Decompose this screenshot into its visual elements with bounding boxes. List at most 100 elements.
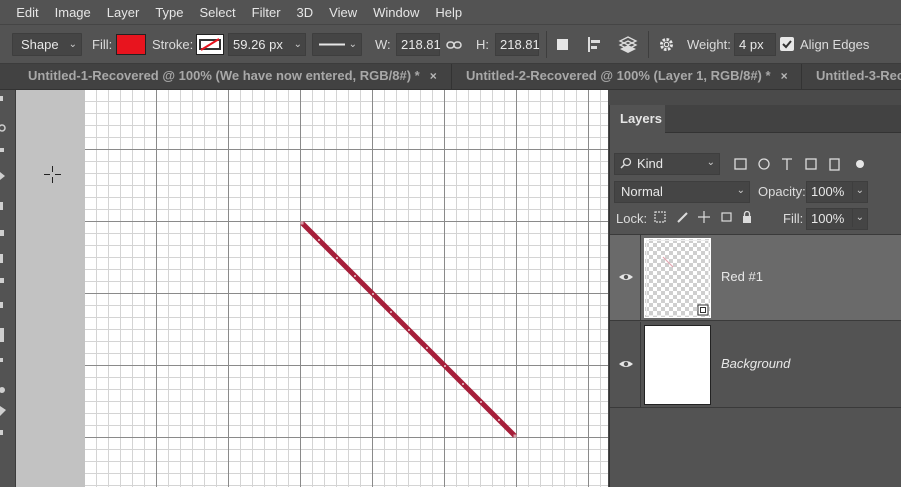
stroke-label: Stroke:: [152, 37, 194, 52]
dodge-tool-icon[interactable]: [0, 406, 6, 416]
stroke-width-value: 59.26 px: [233, 37, 283, 52]
close-icon[interactable]: ×: [430, 69, 437, 83]
menu-help[interactable]: Help: [427, 5, 470, 20]
layer-thumbnail: [644, 238, 711, 318]
tool-icons: [0, 96, 6, 435]
layer-name[interactable]: Red #1: [721, 269, 763, 284]
crosshair-cursor-icon: [44, 166, 61, 183]
eye-icon[interactable]: [618, 269, 634, 285]
height-label: H:: [476, 37, 489, 52]
tab-untitled-3[interactable]: Untitled-3-Reco: [802, 64, 901, 89]
stamp-tool-icon[interactable]: [0, 278, 4, 283]
chevron-down-icon: ⌄: [706, 157, 715, 168]
menu-3d[interactable]: 3D: [289, 5, 322, 20]
lock-transparent-pixels-icon[interactable]: [654, 211, 666, 223]
eye-icon[interactable]: [618, 356, 634, 372]
opacity-field[interactable]: 100% ⌄: [806, 181, 868, 203]
menu-window[interactable]: Window: [365, 5, 427, 20]
chevron-down-icon: ⌄: [68, 39, 77, 50]
gradient-tool-icon[interactable]: [0, 358, 3, 362]
fill-label: Fill:: [92, 37, 113, 52]
vector-mask-icon: [697, 304, 709, 316]
menu-type[interactable]: Type: [147, 5, 191, 20]
healing-tool-icon[interactable]: [0, 230, 4, 236]
shape-layer-filter-icon[interactable]: [805, 158, 817, 170]
brush-tool-icon[interactable]: [0, 254, 3, 263]
tab-untitled-2[interactable]: Untitled-2-Recovered @ 100% (Layer 1, RG…: [452, 64, 802, 89]
stroke-color-swatch[interactable]: [196, 34, 224, 55]
eraser-tool-icon[interactable]: [0, 328, 4, 342]
path-arrangement-icon[interactable]: [618, 35, 638, 55]
type-layer-filter-icon[interactable]: [782, 158, 792, 170]
menu-layer[interactable]: Layer: [99, 5, 148, 20]
lock-all-icon[interactable]: [743, 216, 751, 223]
tab-layers[interactable]: Layers: [610, 105, 665, 133]
fill-opacity-field[interactable]: 100% ⌄: [806, 208, 868, 230]
options-bar: Shape ⌄ Fill: Stroke: 59.26 px ⌄ ⌄ W: 21…: [0, 24, 901, 64]
lock-artboard-icon[interactable]: [721, 212, 732, 222]
menu-file[interactable]: e: [0, 5, 8, 20]
chevron-down-icon: ⌄: [851, 182, 864, 200]
stroke-width-field[interactable]: 59.26 px ⌄: [228, 33, 306, 56]
shape-layer-red-1[interactable]: [85, 90, 608, 487]
lasso-tool-icon[interactable]: [0, 124, 6, 132]
menu-select[interactable]: Select: [192, 5, 244, 20]
menu-filter[interactable]: Filter: [244, 5, 289, 20]
filter-type-icons: [734, 158, 864, 171]
smart-object-filter-icon[interactable]: [829, 158, 840, 171]
width-field[interactable]: 218.81: [396, 33, 441, 56]
layer-filter-dropdown[interactable]: Kind ⌄: [614, 153, 720, 175]
opacity-label: Opacity:: [758, 184, 806, 199]
height-field[interactable]: 218.81: [495, 33, 540, 56]
stroke-type-dropdown[interactable]: ⌄: [312, 33, 362, 56]
chevron-down-icon: ⌄: [293, 39, 302, 50]
blend-mode-dropdown[interactable]: Normal ⌄: [614, 181, 750, 203]
weight-value: 4 px: [739, 37, 764, 52]
filter-kind-value: Kind: [637, 156, 664, 171]
tools-panel: [0, 90, 16, 487]
layer-row-background[interactable]: Background: [610, 322, 901, 408]
menu-view[interactable]: View: [321, 5, 365, 20]
quick-select-tool-icon[interactable]: [0, 148, 4, 152]
layer-row-red-1[interactable]: Red #1: [610, 235, 901, 321]
menu-image[interactable]: Image: [47, 5, 99, 20]
adjustment-layer-filter-icon[interactable]: [758, 158, 770, 170]
document-tab-bar: Untitled-1-Recovered @ 100% (We have now…: [0, 64, 901, 90]
chevron-down-icon: ⌄: [736, 185, 745, 196]
eyedropper-tool-icon[interactable]: [0, 202, 3, 210]
pen-tool-icon[interactable]: [0, 430, 3, 435]
gear-icon[interactable]: [658, 36, 675, 53]
blur-tool-icon[interactable]: [0, 387, 5, 393]
pasteboard: [16, 90, 85, 487]
menu-bar: e Edit Image Layer Type Select Filter 3D…: [0, 0, 901, 24]
pixel-layer-filter-icon[interactable]: [734, 158, 747, 170]
align-edges-checkbox[interactable]: [780, 37, 794, 51]
tab-untitled-1[interactable]: Untitled-1-Recovered @ 100% (We have now…: [14, 64, 452, 89]
fill-label: Fill:: [783, 211, 804, 226]
link-dimensions-icon[interactable]: [446, 39, 462, 51]
weight-label: Weight:: [687, 37, 731, 52]
fill-color-swatch[interactable]: [116, 34, 146, 55]
lock-position-icon[interactable]: [698, 211, 710, 223]
tool-mode-dropdown[interactable]: Shape ⌄: [12, 33, 82, 56]
layer-name[interactable]: Background: [721, 356, 790, 371]
line-style-icon: [319, 43, 345, 46]
tool-mode-value: Shape: [21, 37, 59, 52]
path-alignment-icon[interactable]: [587, 36, 603, 53]
layer-list: Red #1 Background: [610, 234, 901, 487]
crop-tool-icon[interactable]: [0, 172, 5, 180]
stroke-swatch-icon: [199, 38, 221, 51]
history-brush-tool-icon[interactable]: [0, 302, 3, 308]
menu-edit[interactable]: Edit: [8, 5, 46, 20]
move-tool-icon[interactable]: [0, 96, 3, 101]
lock-image-pixels-icon[interactable]: [677, 212, 688, 223]
close-icon[interactable]: ×: [781, 69, 788, 83]
divider: [546, 31, 547, 58]
path-operations-icon[interactable]: [556, 38, 570, 52]
weight-field[interactable]: 4 px: [734, 33, 776, 56]
tab-label: Untitled-2-Recovered @ 100% (Layer 1, RG…: [466, 68, 771, 83]
checkmark-icon: [782, 40, 792, 49]
blend-mode-value: Normal: [621, 184, 663, 199]
tab-label: Untitled-1-Recovered @ 100% (We have now…: [28, 68, 420, 83]
filter-toggle-icon[interactable]: [856, 160, 864, 168]
